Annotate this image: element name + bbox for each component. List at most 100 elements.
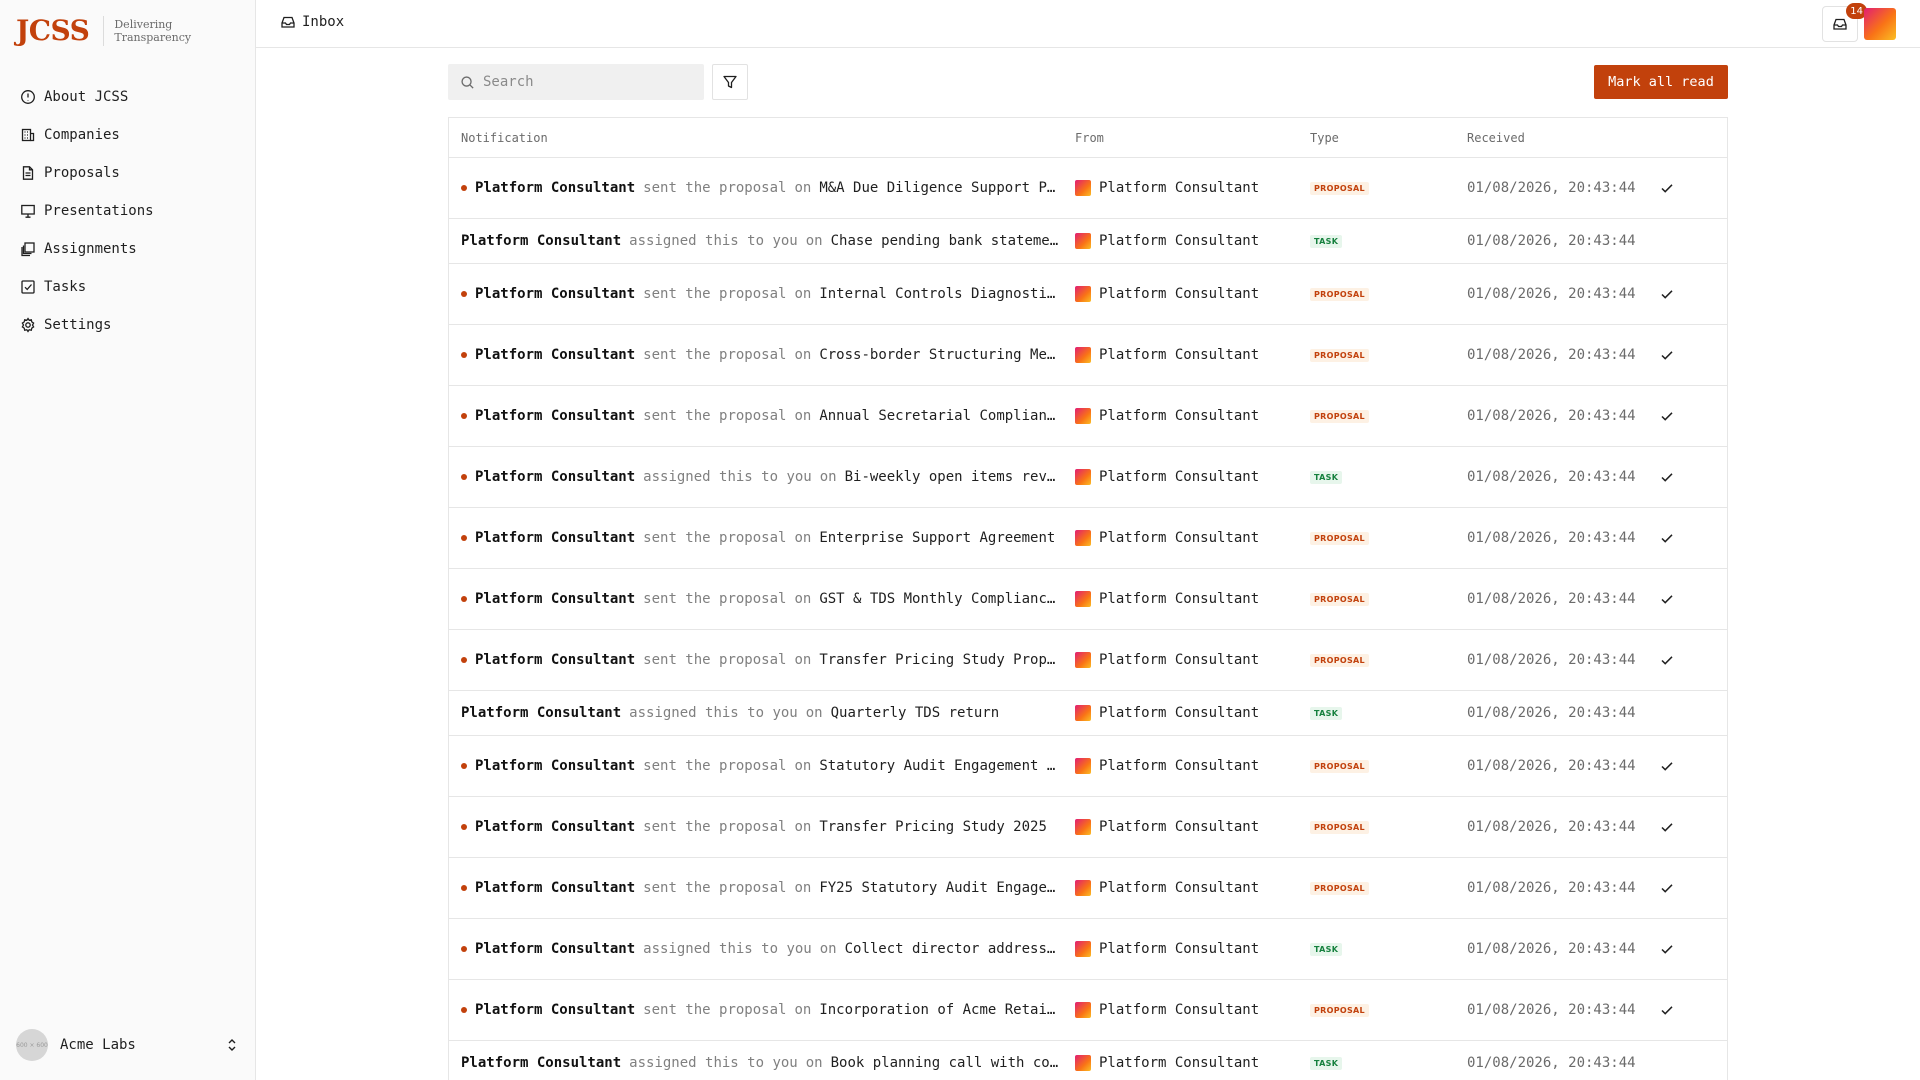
notification-subject[interactable]: Collect director address…	[845, 941, 1056, 957]
notification-cell[interactable]: Platform Consultant sent the proposal on Cr…	[449, 347, 1075, 363]
filter-button[interactable]	[712, 64, 748, 100]
mark-all-read-button[interactable]: Mark all read	[1594, 65, 1728, 99]
notification-subject[interactable]: FY25 Statutory Audit Engage…	[819, 880, 1055, 896]
notification-cell[interactable]: Platform Consultant sent the proposal on M&…	[449, 180, 1075, 196]
table-row[interactable]: Platform Consultant sent the proposal on Cr…	[449, 325, 1727, 386]
table-row[interactable]: Platform Consultant assigned this to you o…	[449, 919, 1727, 980]
search-input[interactable]	[483, 74, 683, 90]
sidebar-item-presentations[interactable]: Presentations	[16, 192, 240, 230]
notification-cell[interactable]: Platform Consultant assigned this to you o…	[449, 233, 1075, 249]
unread-dot	[461, 474, 467, 480]
from-cell: Platform Consultant	[1075, 591, 1310, 607]
notification-cell[interactable]: Platform Consultant sent the proposal on Tr…	[449, 819, 1075, 835]
notification-cell[interactable]: Platform Consultant assigned this to you o…	[449, 469, 1075, 485]
notification-subject[interactable]: Internal Controls Diagnosti…	[819, 286, 1055, 302]
sidebar-item-settings[interactable]: Settings	[16, 306, 240, 344]
table-row[interactable]: Platform Consultant assigned this to you o…	[449, 219, 1727, 264]
notification-cell[interactable]: Platform Consultant sent the proposal on GS…	[449, 591, 1075, 607]
notification-subject[interactable]: Statutory Audit Engagement …	[819, 758, 1055, 774]
mark-read-check-icon[interactable]	[1659, 347, 1675, 363]
gear-icon	[21, 317, 35, 333]
table-row[interactable]: Platform Consultant sent the proposal on St…	[449, 736, 1727, 797]
mark-read-check-icon[interactable]	[1659, 652, 1675, 668]
notification-subject[interactable]: Bi-weekly open items rev…	[845, 469, 1056, 485]
notification-subject[interactable]: Incorporation of Acme Retai…	[819, 1002, 1055, 1018]
type-badge: TASK	[1310, 470, 1343, 484]
workspace-switcher[interactable]: 600 × 600 Acme Labs	[16, 1028, 240, 1062]
notification-subject[interactable]: Book planning call with co…	[831, 1055, 1059, 1071]
notification-subject[interactable]: M&A Due Diligence Support P…	[819, 180, 1055, 196]
mark-read-check-icon[interactable]	[1659, 408, 1675, 424]
notification-cell[interactable]: Platform Consultant sent the proposal on FY…	[449, 880, 1075, 896]
table-row[interactable]: Platform Consultant sent the proposal on An…	[449, 386, 1727, 447]
notification-cell[interactable]: Platform Consultant sent the proposal on In…	[449, 286, 1075, 302]
brand-logo[interactable]: JCSS	[16, 14, 90, 47]
sidebar-item-proposals[interactable]: Proposals	[16, 154, 240, 192]
table-row[interactable]: Platform Consultant assigned this to you o…	[449, 691, 1727, 736]
notification-actor: Platform Consultant	[461, 705, 622, 721]
brand[interactable]: JCSS Delivering Transparency	[16, 14, 194, 47]
notification-subject[interactable]: Cross-border Structuring Me…	[819, 347, 1055, 363]
sidebar-item-assignments[interactable]: Assignments	[16, 230, 240, 268]
sidebar-item-companies[interactable]: Companies	[16, 116, 240, 154]
notification-verb: sent the proposal	[643, 347, 787, 363]
sidebar-item-about[interactable]: About JCSS	[16, 78, 240, 116]
table-row[interactable]: Platform Consultant sent the proposal on In…	[449, 980, 1727, 1041]
sender-name: Platform Consultant	[1099, 652, 1260, 668]
table-row[interactable]: Platform Consultant sent the proposal on In…	[449, 264, 1727, 325]
table-row[interactable]: Platform Consultant sent the proposal on Tr…	[449, 630, 1727, 691]
mark-read-check-icon[interactable]	[1659, 819, 1675, 835]
notification-subject[interactable]: Transfer Pricing Study Prop…	[819, 652, 1055, 668]
notification-cell[interactable]: Platform Consultant assigned this to you o…	[449, 705, 1075, 721]
table-row[interactable]: Platform Consultant sent the proposal on En…	[449, 508, 1727, 569]
sender-name: Platform Consultant	[1099, 408, 1260, 424]
notification-preposition: on	[794, 530, 812, 546]
presentation-icon	[21, 204, 35, 218]
notification-subject[interactable]: Transfer Pricing Study 2025	[819, 819, 1047, 835]
table-row[interactable]: Platform Consultant sent the proposal on GS…	[449, 569, 1727, 630]
notification-cell[interactable]: Platform Consultant sent the proposal on In…	[449, 1002, 1075, 1018]
table-row[interactable]: Platform Consultant sent the proposal on FY…	[449, 858, 1727, 919]
notification-subject[interactable]: Chase pending bank stateme…	[831, 233, 1059, 249]
mark-read-check-icon[interactable]	[1659, 941, 1675, 957]
notification-subject[interactable]: Annual Secretarial Complian…	[819, 408, 1055, 424]
notification-subject[interactable]: Quarterly TDS return	[831, 705, 1000, 721]
sidebar-item-tasks[interactable]: Tasks	[16, 268, 240, 306]
mark-read-check-icon[interactable]	[1659, 469, 1675, 485]
user-avatar[interactable]	[1864, 8, 1896, 40]
table-row[interactable]: Platform Consultant assigned this to you o…	[449, 1041, 1727, 1080]
search-box[interactable]	[448, 64, 704, 100]
mark-read-check-icon[interactable]	[1659, 758, 1675, 774]
notification-cell[interactable]: Platform Consultant sent the proposal on En…	[449, 530, 1075, 546]
notification-verb: assigned this to you	[643, 941, 812, 957]
actions-cell	[1659, 652, 1727, 668]
notification-cell[interactable]: Platform Consultant sent the proposal on Tr…	[449, 652, 1075, 668]
mark-read-check-icon[interactable]	[1659, 591, 1675, 607]
table-row[interactable]: Platform Consultant sent the proposal on Tr…	[449, 797, 1727, 858]
notification-actor: Platform Consultant	[475, 652, 636, 668]
notification-cell[interactable]: Platform Consultant assigned this to you o…	[449, 941, 1075, 957]
inbox-button[interactable]: 14	[1822, 3, 1867, 42]
notification-cell[interactable]: Platform Consultant sent the proposal on An…	[449, 408, 1075, 424]
mark-read-check-icon[interactable]	[1659, 1002, 1675, 1018]
mark-read-check-icon[interactable]	[1659, 180, 1675, 196]
table-row[interactable]: Platform Consultant sent the proposal on M&…	[449, 158, 1727, 219]
type-badge: PROPOSAL	[1310, 1003, 1369, 1017]
notification-cell[interactable]: Platform Consultant sent the proposal on St…	[449, 758, 1075, 774]
actions-cell	[1659, 758, 1727, 774]
notification-cell[interactable]: Platform Consultant assigned this to you o…	[449, 1055, 1075, 1071]
notification-verb: sent the proposal	[643, 652, 787, 668]
mark-read-check-icon[interactable]	[1659, 286, 1675, 302]
notification-subject[interactable]: Enterprise Support Agreement	[819, 530, 1055, 546]
notification-preposition: on	[794, 758, 812, 774]
notification-actor: Platform Consultant	[475, 758, 636, 774]
mark-read-check-icon[interactable]	[1659, 880, 1675, 896]
table-row[interactable]: Platform Consultant assigned this to you o…	[449, 447, 1727, 508]
sender-avatar	[1075, 591, 1091, 607]
from-cell: Platform Consultant	[1075, 941, 1310, 957]
type-cell: PROPOSAL	[1310, 592, 1467, 606]
type-cell: PROPOSAL	[1310, 181, 1467, 195]
notification-subject[interactable]: GST & TDS Monthly Complianc…	[819, 591, 1055, 607]
chevron-up-down-icon[interactable]	[224, 1037, 240, 1053]
mark-read-check-icon[interactable]	[1659, 530, 1675, 546]
